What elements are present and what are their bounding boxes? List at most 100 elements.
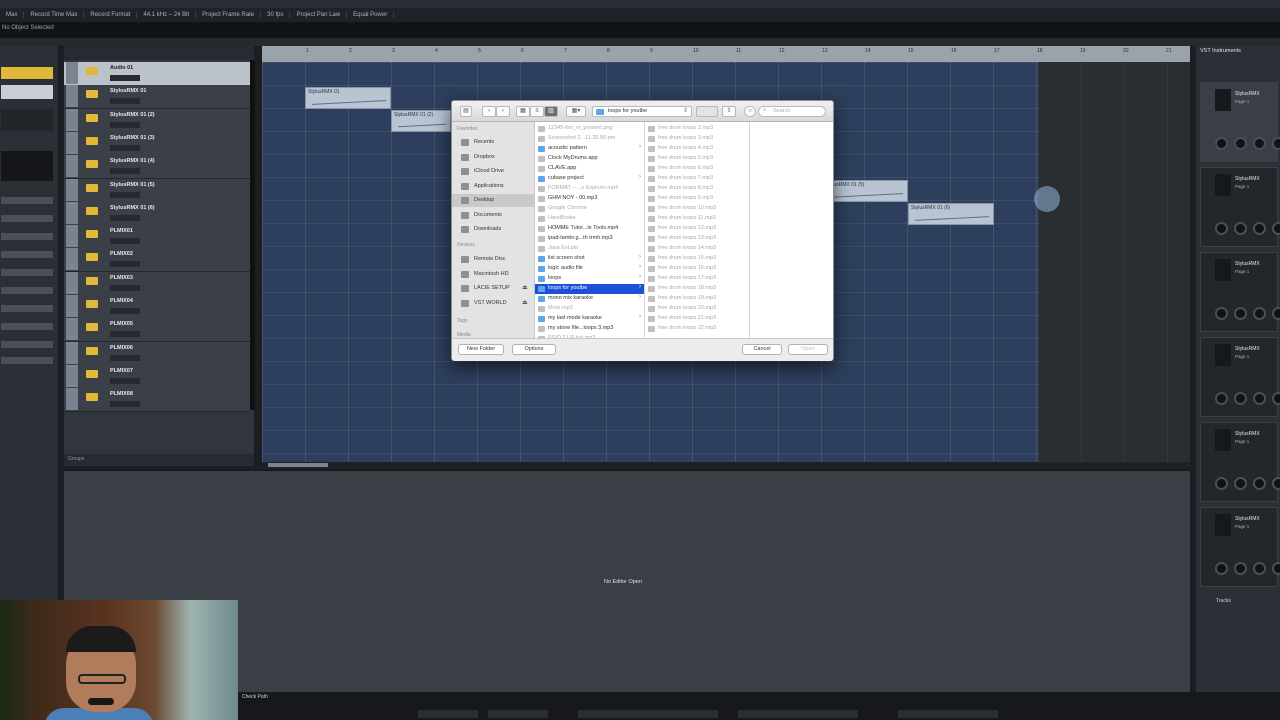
inspector-section-8[interactable]	[0, 322, 54, 331]
rack-tracks-tab[interactable]: Tracks	[1216, 598, 1231, 604]
file-row[interactable]: free drum loops 3.mp3	[645, 134, 749, 144]
location-popup[interactable]: loops for youtbe ⇕	[592, 106, 692, 117]
instrument-slot[interactable]: StylusRMX Page 1	[1200, 422, 1280, 502]
status-item[interactable]: Record Time Max	[24, 12, 85, 18]
sidebar-item-documents[interactable]: Documents	[452, 209, 534, 222]
file-row[interactable]: 12345-hm_vr_present.png	[535, 124, 644, 134]
status-item[interactable]: 30 fps	[261, 12, 291, 18]
instrument-slot[interactable]: StylusRMX Page 1	[1200, 252, 1280, 332]
track-row[interactable]: StylusRMX 01 (2)	[64, 108, 250, 133]
quick-control-knob[interactable]	[1234, 562, 1247, 575]
audio-clip[interactable]: StylusRMX 01 (6)	[908, 203, 994, 225]
file-row[interactable]: free drum loops 5.mp3	[645, 154, 749, 164]
inspector-volume[interactable]	[0, 108, 54, 132]
file-row[interactable]: CLAVE.app	[535, 164, 644, 174]
folder-row[interactable]: my last mode karaoke ›	[535, 314, 644, 324]
sidebar-item-macintosh-hd[interactable]: Macintosh HD	[452, 268, 534, 281]
file-row[interactable]: free drum loops 22.mp3	[645, 324, 749, 334]
inspector-section-1[interactable]	[0, 196, 54, 205]
file-row[interactable]: FORMAT – ...s Explorer.mp4	[535, 184, 644, 194]
track-controls[interactable]	[110, 98, 140, 105]
file-row[interactable]: GHM NOY - 00.mp3	[535, 194, 644, 204]
file-row[interactable]: free drum loops 21.mp3	[645, 314, 749, 324]
inspector-section-3[interactable]	[0, 232, 54, 241]
list-view-button[interactable]: ≡	[530, 106, 544, 117]
track-row[interactable]: PLMIX08	[64, 388, 250, 413]
file-row[interactable]: free drum loops 19.mp3	[645, 294, 749, 304]
folder-row[interactable]: loops for youtbe ›	[535, 284, 644, 294]
quick-control-knob[interactable]	[1234, 222, 1247, 235]
quick-control-knob[interactable]	[1272, 137, 1280, 150]
file-row[interactable]: my stone file...loops 3.mp3	[535, 324, 644, 334]
file-row[interactable]: Java Ext.pkt	[535, 244, 644, 254]
quick-control-knob[interactable]	[1272, 562, 1280, 575]
status-item[interactable]: Max	[0, 12, 25, 18]
instrument-slot[interactable]: StylusRMX Page 1	[1200, 167, 1280, 247]
file-row[interactable]: free drum loops 10.mp3	[645, 204, 749, 214]
quick-control-knob[interactable]	[1215, 222, 1228, 235]
track-row[interactable]: StylusRMX 01 (5)	[64, 178, 250, 203]
track-row[interactable]: StylusRMX 01 (4)	[64, 155, 250, 180]
sidebar-item-icloud-drive[interactable]: iCloud Drive	[452, 165, 534, 178]
status-item[interactable]: 44.1 kHz – 24 Bit	[137, 12, 197, 18]
quick-control-knob[interactable]	[1253, 222, 1266, 235]
status-item[interactable]: Project Pan Law	[290, 12, 348, 18]
track-row[interactable]: PLMIX03	[64, 271, 250, 296]
eject-icon[interactable]: ⏏	[522, 284, 528, 291]
sidebar-item-vst-world[interactable]: VST WORLD ⏏	[452, 297, 534, 310]
track-controls[interactable]	[110, 308, 140, 314]
inspector-section-6[interactable]	[0, 286, 54, 295]
timeline-ruler[interactable]: 1 2 3 4 5 6 7 8 9 10 11 12 13 14 15 16 17 18 19 20 21	[262, 46, 1190, 62]
quick-control-knob[interactable]	[1234, 307, 1247, 320]
track-controls[interactable]	[110, 401, 140, 408]
file-row[interactable]: free drum loops 18.mp3	[645, 284, 749, 294]
track-controls[interactable]	[110, 354, 140, 361]
status-item[interactable]: Project Frame Rate	[196, 12, 262, 18]
inspector-section-4[interactable]	[0, 250, 54, 259]
arrange-after-end[interactable]	[1038, 62, 1190, 462]
file-row[interactable]: free drum loops 2.mp3	[645, 124, 749, 134]
track-row[interactable]: PLMIX04	[64, 295, 250, 319]
inspector-routing[interactable]	[0, 150, 54, 182]
track-controls[interactable]	[110, 238, 140, 245]
file-row[interactable]: free drum loops 12.mp3	[645, 224, 749, 234]
track-row[interactable]: Audio 01	[64, 62, 250, 86]
file-row[interactable]: HandBrake	[535, 214, 644, 224]
open-button[interactable]: Open	[788, 344, 828, 355]
file-row[interactable]: Clock MyDrums.app	[535, 154, 644, 164]
tag-button[interactable]: ○	[744, 106, 756, 117]
transport-locator-field[interactable]	[488, 710, 548, 718]
folder-row[interactable]: mono mix karaoke ›	[535, 294, 644, 304]
quick-control-knob[interactable]	[1215, 477, 1228, 490]
inspector-section-7[interactable]	[0, 304, 54, 313]
audio-clip[interactable]: StylusRMX 01 (2)	[391, 110, 451, 132]
track-controls[interactable]	[110, 168, 140, 175]
file-row[interactable]: free drum loops 14.mp3	[645, 244, 749, 254]
icon-view-button[interactable]: ▦	[516, 106, 530, 117]
new-folder-button[interactable]: New Folder	[458, 344, 504, 355]
sidebar-item-recents[interactable]: Recents	[452, 136, 534, 149]
inspector-section-10[interactable]	[0, 356, 54, 365]
sidebar-item-remote-disc[interactable]: Remote Disc	[452, 253, 534, 266]
arrange-menu-button[interactable]: ▦▾	[566, 106, 586, 117]
quick-control-knob[interactable]	[1253, 307, 1266, 320]
folder-row[interactable]: acoustic pattern ›	[535, 144, 644, 154]
column-view-button[interactable]: ▥	[544, 106, 558, 117]
track-controls[interactable]	[110, 331, 140, 338]
file-row[interactable]: Google Chrome	[535, 204, 644, 214]
scroll-thumb[interactable]	[268, 463, 328, 467]
quick-control-knob[interactable]	[1215, 562, 1228, 575]
file-row[interactable]: free drum loops 7.mp3	[645, 174, 749, 184]
track-row[interactable]: PLMIX06	[64, 341, 250, 366]
instrument-slot[interactable]: StylusRMX Page 1	[1200, 82, 1280, 162]
eject-icon[interactable]: ⏏	[522, 299, 528, 306]
sidebar-item-applications[interactable]: Applications	[452, 180, 534, 193]
status-item[interactable]: Record Format	[84, 12, 138, 18]
instrument-slot[interactable]: StylusRMX Page 1	[1200, 507, 1280, 587]
file-row[interactable]: free drum loops 11.mp3	[645, 214, 749, 224]
file-row[interactable]: HOMME Tutor...le Tools.mp4	[535, 224, 644, 234]
track-controls[interactable]	[110, 121, 140, 128]
folder-row[interactable]: logic audio file ›	[535, 264, 644, 274]
file-row[interactable]: free drum loops 17.mp3	[645, 274, 749, 284]
file-row[interactable]: free drum loops 9.mp3	[645, 194, 749, 204]
